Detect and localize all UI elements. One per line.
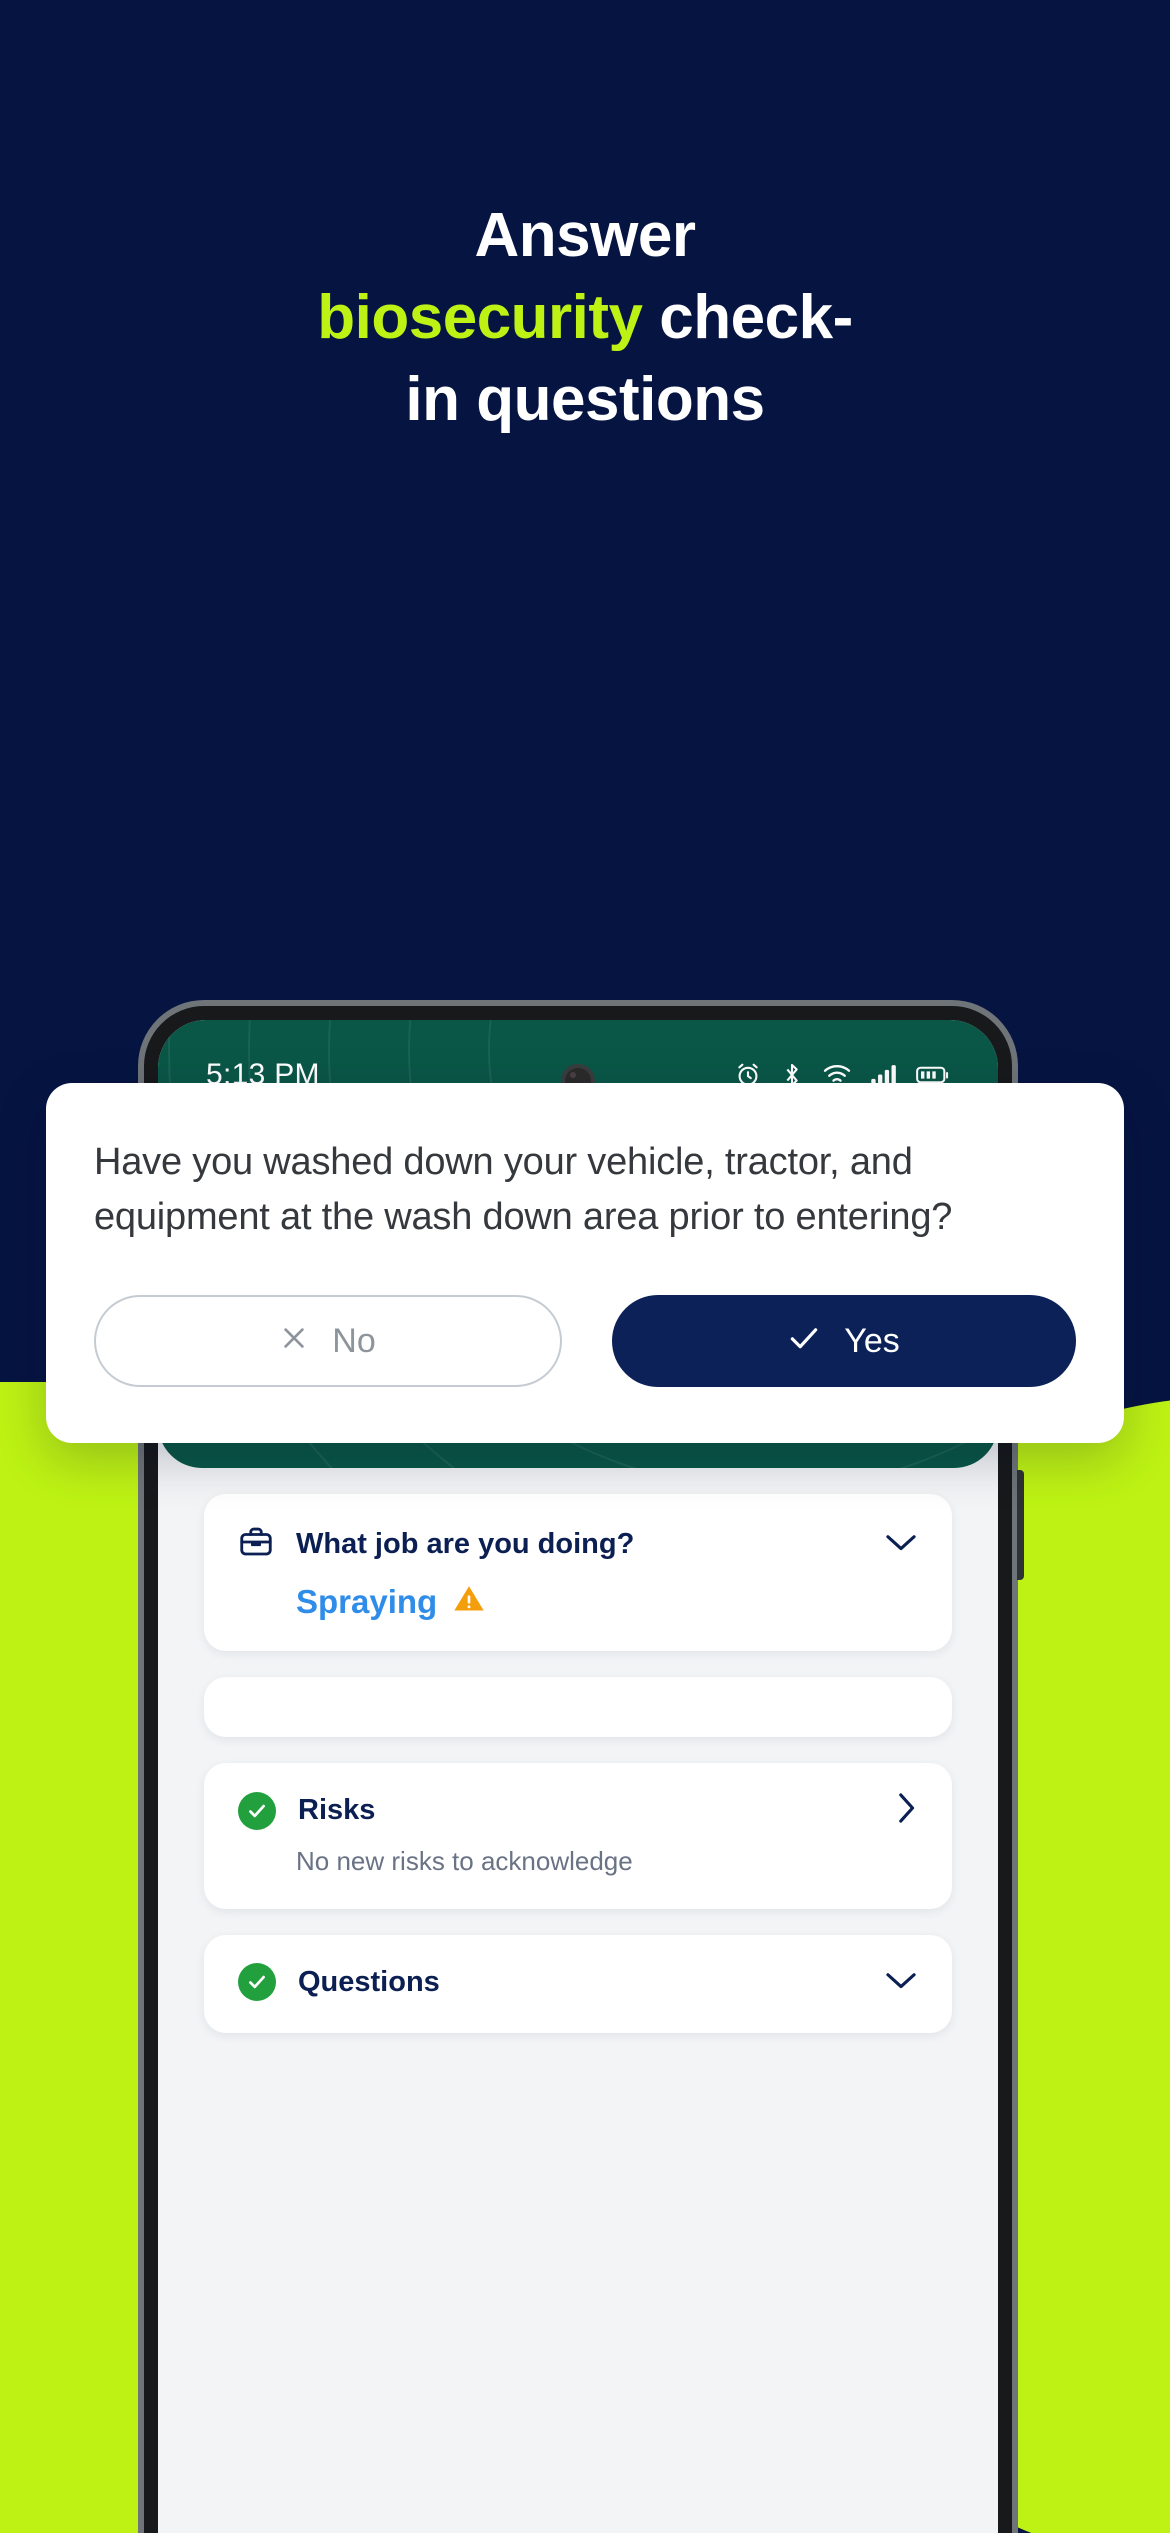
no-button[interactable]: No — [94, 1295, 562, 1388]
page-title: Answer biosecurity check- in questions — [0, 195, 1170, 440]
headline-line-3: in questions — [405, 364, 765, 434]
job-card[interactable]: What job are you doing? Spraying — [204, 1494, 952, 1651]
risks-card[interactable]: Risks No new risks to acknowledge — [204, 1763, 952, 1909]
job-answer-label: Spraying — [296, 1583, 438, 1620]
headline-line-1: Answer — [474, 201, 696, 270]
headline-line-2-rest: check- — [642, 282, 853, 352]
risks-card-header: Risks — [238, 1791, 918, 1830]
job-card-title: What job are you doing? — [296, 1528, 635, 1560]
chevron-right-icon[interactable] — [894, 1791, 918, 1830]
risks-title: Risks — [298, 1794, 376, 1826]
job-card-answer[interactable]: Spraying — [296, 1583, 918, 1621]
briefcase-icon — [238, 1524, 274, 1565]
check-icon — [788, 1322, 820, 1361]
check-circle-icon — [238, 1791, 276, 1830]
promo-stage: Answer biosecurity check- in questions 5… — [0, 0, 1170, 2533]
card-list: What job are you doing? Spraying Risks N… — [158, 1468, 998, 2033]
lime-background-left — [0, 1382, 160, 2533]
hidden-card-peek[interactable] — [204, 1677, 952, 1737]
modal-question-text: Have you washed down your vehicle, tract… — [94, 1141, 953, 1239]
risks-subtitle: No new risks to acknowledge — [296, 1846, 633, 1876]
close-x-icon — [280, 1322, 308, 1361]
chevron-down-icon[interactable] — [884, 1530, 918, 1559]
biosecurity-question-modal: Have you washed down your vehicle, tract… — [46, 1083, 1124, 1444]
questions-card-header: Questions — [238, 1963, 918, 2001]
check-circle-icon — [238, 1963, 276, 2001]
headline-line-2: biosecurity check- — [40, 277, 1130, 359]
questions-title: Questions — [298, 1965, 440, 1998]
yes-button[interactable]: Yes — [612, 1295, 1076, 1388]
yes-button-label: Yes — [844, 1321, 900, 1360]
warning-triangle-icon — [453, 1583, 485, 1621]
modal-action-row: No Yes — [94, 1295, 1076, 1388]
headline-accent-word: biosecurity — [317, 282, 643, 352]
volume-down-button[interactable] — [1017, 1470, 1024, 1580]
job-card-header: What job are you doing? — [238, 1524, 918, 1565]
no-button-label: No — [332, 1321, 376, 1360]
questions-card[interactable]: Questions — [204, 1935, 952, 2033]
chevron-down-icon[interactable] — [884, 1968, 918, 1997]
